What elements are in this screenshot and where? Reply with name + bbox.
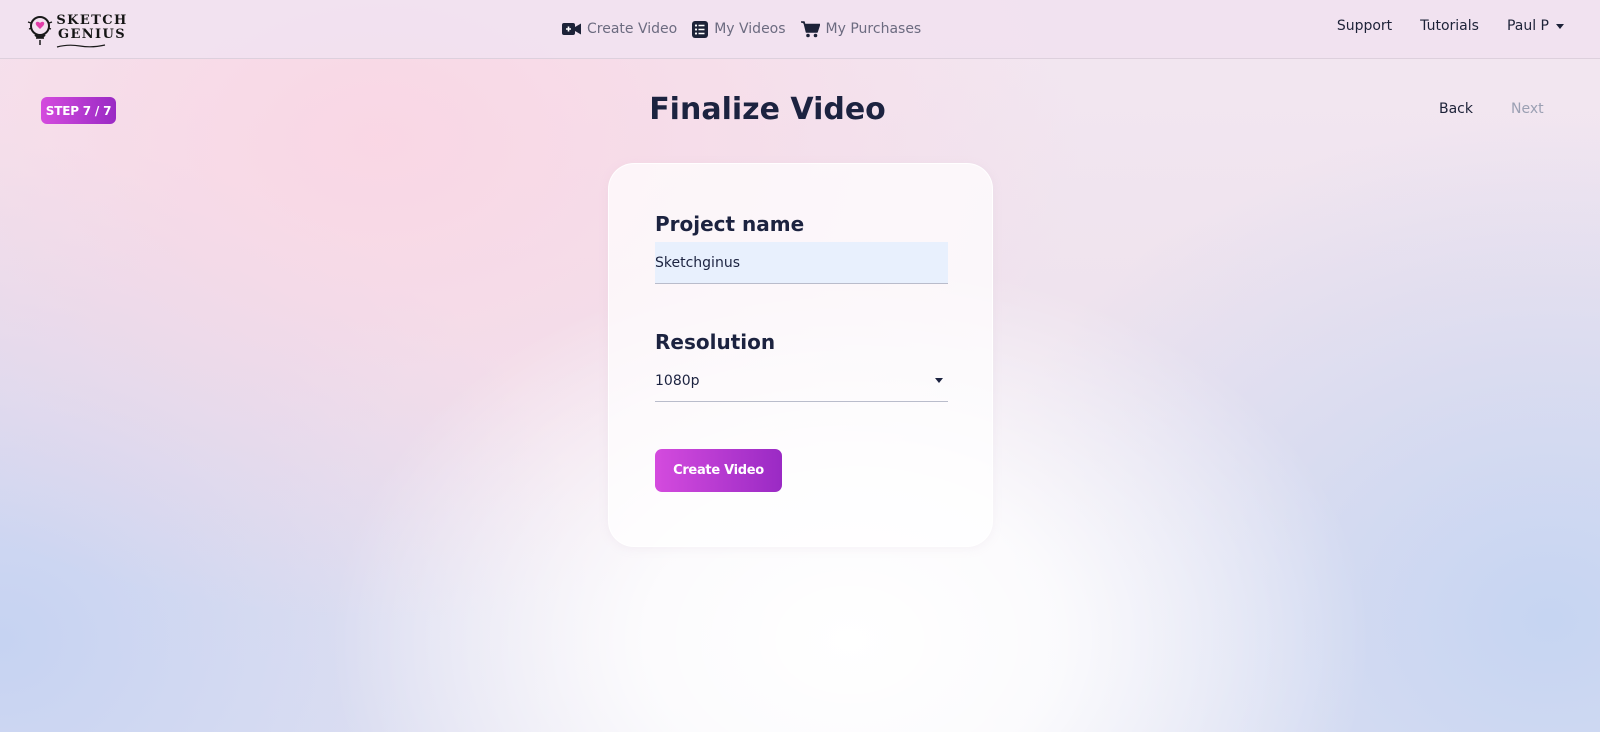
logo-text: SKETCH GENIUS — [54, 14, 130, 42]
tutorials-link[interactable]: Tutorials — [1420, 18, 1479, 34]
nav-my-purchases-label: My Purchases — [825, 21, 922, 37]
create-video-button[interactable]: Create Video — [655, 449, 782, 492]
project-name-input[interactable] — [655, 242, 948, 284]
top-navbar: SKETCH GENIUS Create Video My Videos My … — [0, 0, 1600, 59]
resolution-select[interactable]: 1080p — [655, 360, 948, 402]
resolution-label: Resolution — [655, 330, 776, 354]
next-button[interactable]: Next — [1511, 101, 1544, 117]
list-icon — [692, 20, 709, 38]
chevron-down-icon — [1556, 23, 1564, 29]
nav-my-videos-label: My Videos — [714, 21, 786, 37]
sketch-genius-logo[interactable]: SKETCH GENIUS — [26, 12, 130, 50]
lightbulb-icon — [27, 16, 53, 45]
finalize-form-card: Project name Resolution 1080p Create Vid… — [608, 163, 993, 547]
video-camera-icon — [562, 22, 581, 36]
logo-underline-mark — [56, 44, 106, 48]
caret-down-icon — [935, 378, 943, 383]
user-name: Paul P — [1506, 18, 1549, 34]
project-name-label: Project name — [655, 212, 805, 236]
main-nav: Create Video My Videos My Purchases — [562, 17, 936, 41]
nav-create-video-label: Create Video — [587, 21, 678, 37]
nav-right: Support Tutorials Paul P — [1309, 18, 1564, 34]
support-link[interactable]: Support — [1337, 18, 1392, 34]
page-title: Finalize Video — [649, 92, 886, 127]
logo-line-1: SKETCH — [56, 13, 128, 28]
cart-icon — [800, 20, 820, 38]
resolution-selected-value: 1080p — [655, 372, 700, 389]
logo-line-2: GENIUS — [57, 27, 127, 42]
nav-my-purchases[interactable]: My Purchases — [800, 17, 922, 41]
step-badge: STEP 7 / 7 — [41, 97, 116, 124]
nav-my-videos[interactable]: My Videos — [692, 17, 786, 41]
nav-create-video[interactable]: Create Video — [562, 17, 677, 41]
back-button[interactable]: Back — [1439, 101, 1473, 117]
user-menu-dropdown[interactable]: Paul P — [1507, 18, 1564, 34]
